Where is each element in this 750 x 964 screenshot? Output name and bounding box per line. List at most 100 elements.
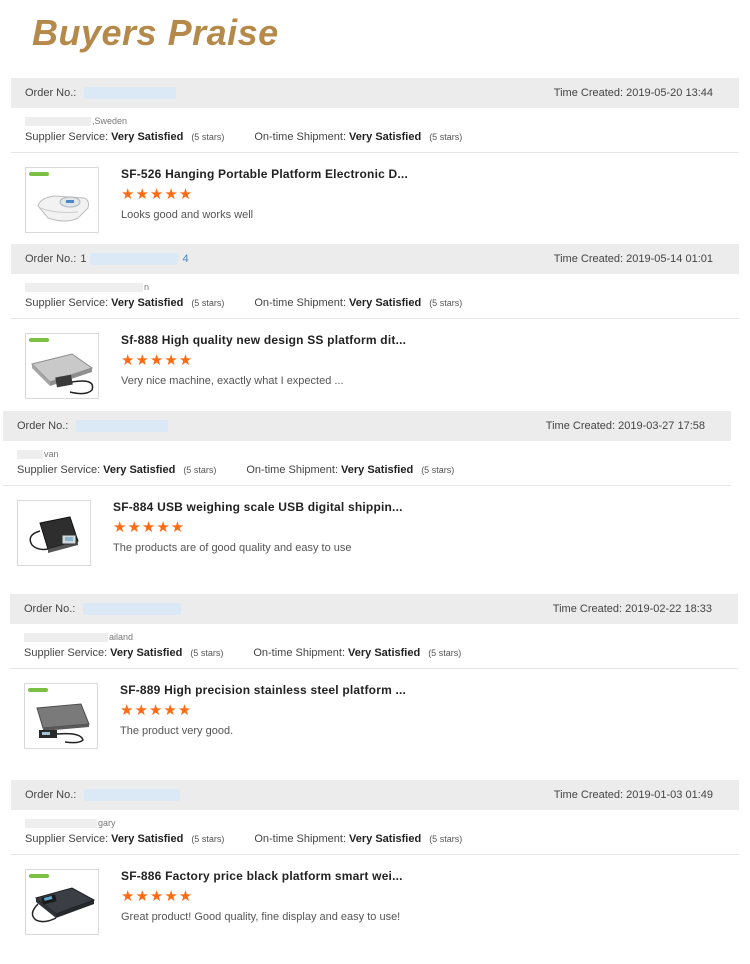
silver-platform-scale-icon xyxy=(31,353,94,395)
rating-stars: ★★★★★ xyxy=(120,702,193,719)
ontime-shipment-label: On-time Shipment: xyxy=(246,464,339,476)
product-thumbnail[interactable] xyxy=(17,500,91,566)
order-bar: Order No.: Time Created: 2019-01-03 01:4… xyxy=(11,780,739,810)
black-platform-scale-icon xyxy=(31,887,96,923)
product-title[interactable]: Sf-888 High quality new design SS platfo… xyxy=(121,333,406,347)
product-title[interactable]: SF-889 High precision stainless steel pl… xyxy=(120,683,406,697)
order-number-label: Order No.: xyxy=(25,87,77,99)
ontime-shipment-label: On-time Shipment: xyxy=(254,833,347,845)
buyer-name-masked xyxy=(25,282,143,292)
buyer-country: gary xyxy=(98,818,116,828)
supplier-service-value: Very Satisfied xyxy=(103,464,176,476)
product-title[interactable]: SF-526 Hanging Portable Platform Electro… xyxy=(121,167,408,181)
supplier-service-stars: (5 stars) xyxy=(191,132,225,142)
buyer-name-masked xyxy=(25,116,91,126)
order-number-masked xyxy=(84,87,177,99)
order-number-masked xyxy=(76,420,169,432)
order-number-prefix: 1 xyxy=(80,253,87,265)
time-created-value: 2019-05-14 01:01 xyxy=(626,253,713,265)
time-created-label: Time Created: xyxy=(553,789,624,801)
buyer-country: ailand xyxy=(109,632,134,642)
order-number-label: Order No.: xyxy=(25,789,77,801)
buyer-name-masked xyxy=(17,449,43,459)
ontime-shipment-value: Very Satisfied xyxy=(349,297,422,309)
rating-stars: ★★★★★ xyxy=(121,888,194,905)
buyer-location: ,Sweden xyxy=(25,114,739,128)
time-created-label: Time Created: xyxy=(545,420,616,432)
ratings-row: Supplier Service: Very Satisfied (5 star… xyxy=(25,294,739,312)
order-bar: Order No.: 1 4 Time Created: 2019-05-14 … xyxy=(11,244,739,274)
ratings-row: Supplier Service: Very Satisfied (5 star… xyxy=(25,128,739,146)
buyer-country: ,Sweden xyxy=(92,116,128,126)
ontime-shipment-stars: (5 stars) xyxy=(429,132,463,142)
supplier-service-value: Very Satisfied xyxy=(110,647,183,659)
supplier-service-label: Supplier Service: xyxy=(17,464,101,476)
order-bar: Order No.: Time Created: 2019-03-27 17:5… xyxy=(3,411,731,441)
product-title[interactable]: SF-886 Factory price black platform smar… xyxy=(121,869,403,883)
ontime-shipment-stars: (5 stars) xyxy=(429,298,463,308)
review-card: Order No.: 1 4 Time Created: 2019-05-14 … xyxy=(11,244,739,403)
ratings-row: Supplier Service: Very Satisfied (5 star… xyxy=(25,830,739,848)
supplier-service-stars: (5 stars) xyxy=(191,298,225,308)
supplier-service-stars: (5 stars) xyxy=(191,834,225,844)
rating-stars: ★★★★★ xyxy=(113,519,186,536)
time-created-value: 2019-02-22 18:33 xyxy=(625,603,712,615)
product-thumbnail[interactable] xyxy=(25,869,99,935)
time-created-value: 2019-03-27 17:58 xyxy=(618,420,705,432)
ontime-shipment-label: On-time Shipment: xyxy=(253,647,346,659)
supplier-service-label: Supplier Service: xyxy=(25,833,109,845)
review-comment: Looks good and works well xyxy=(121,209,254,221)
product-title[interactable]: SF-884 USB weighing scale USB digital sh… xyxy=(113,500,403,514)
review-comment: The product very good. xyxy=(120,725,234,737)
supplier-service-value: Very Satisfied xyxy=(111,297,184,309)
order-number-masked xyxy=(90,253,179,265)
product-thumbnail[interactable] xyxy=(25,167,99,233)
buyer-country: n xyxy=(144,282,150,292)
order-bar: Order No.: Time Created: 2019-05-20 13:4… xyxy=(11,78,739,108)
review-card: Order No.: Time Created: 2019-03-27 17:5… xyxy=(3,411,731,570)
product-row: SF-889 High precision stainless steel pl… xyxy=(10,669,738,753)
ontime-shipment-stars: (5 stars) xyxy=(428,648,462,658)
product-row: Sf-888 High quality new design SS platfo… xyxy=(11,319,739,403)
supplier-service-stars: (5 stars) xyxy=(183,465,217,475)
order-number-masked xyxy=(84,789,181,801)
product-row: SF-886 Factory price black platform smar… xyxy=(11,855,739,939)
ontime-shipment-value: Very Satisfied xyxy=(348,647,421,659)
review-card: Order No.: Time Created: 2019-01-03 01:4… xyxy=(11,780,739,939)
order-number-label: Order No.: xyxy=(17,420,69,432)
buyer-name-masked xyxy=(24,632,108,642)
page-title: Buyers Praise xyxy=(32,12,279,53)
buyer-location: van xyxy=(17,447,731,461)
time-created-value: 2019-05-20 13:44 xyxy=(626,87,713,99)
order-number-suffix: 4 xyxy=(182,253,189,265)
review-comment: Great product! Good quality, fine displa… xyxy=(121,911,401,923)
time-created-label: Time Created: xyxy=(553,87,624,99)
supplier-service-label: Supplier Service: xyxy=(25,297,109,309)
rating-stars: ★★★★★ xyxy=(121,186,194,203)
ratings-row: Supplier Service: Very Satisfied (5 star… xyxy=(24,644,738,662)
rating-stars: ★★★★★ xyxy=(121,352,194,369)
product-thumbnail[interactable] xyxy=(24,683,98,749)
ontime-shipment-label: On-time Shipment: xyxy=(254,297,347,309)
ontime-shipment-stars: (5 stars) xyxy=(421,465,455,475)
ontime-shipment-value: Very Satisfied xyxy=(349,131,422,143)
time-created-label: Time Created: xyxy=(552,603,623,615)
ontime-shipment-value: Very Satisfied xyxy=(349,833,422,845)
usb-shipping-scale-icon xyxy=(29,516,79,553)
supplier-service-label: Supplier Service: xyxy=(24,647,108,659)
supplier-service-value: Very Satisfied xyxy=(111,131,184,143)
buyer-country: van xyxy=(44,449,59,459)
order-number-masked xyxy=(83,603,182,615)
product-thumbnail[interactable] xyxy=(25,333,99,399)
product-row: SF-526 Hanging Portable Platform Electro… xyxy=(11,153,739,237)
time-created-value: 2019-01-03 01:49 xyxy=(626,789,713,801)
order-bar: Order No.: Time Created: 2019-02-22 18:3… xyxy=(10,594,738,624)
ontime-shipment-stars: (5 stars) xyxy=(429,834,463,844)
order-number-label: Order No.: xyxy=(25,253,77,265)
order-number-label: Order No.: xyxy=(24,603,76,615)
supplier-service-label: Supplier Service: xyxy=(25,131,109,143)
supplier-service-value: Very Satisfied xyxy=(111,833,184,845)
review-card: Order No.: Time Created: 2019-05-20 13:4… xyxy=(11,78,739,237)
ontime-shipment-value: Very Satisfied xyxy=(341,464,414,476)
review-comment: Very nice machine, exactly what I expect… xyxy=(121,375,344,387)
